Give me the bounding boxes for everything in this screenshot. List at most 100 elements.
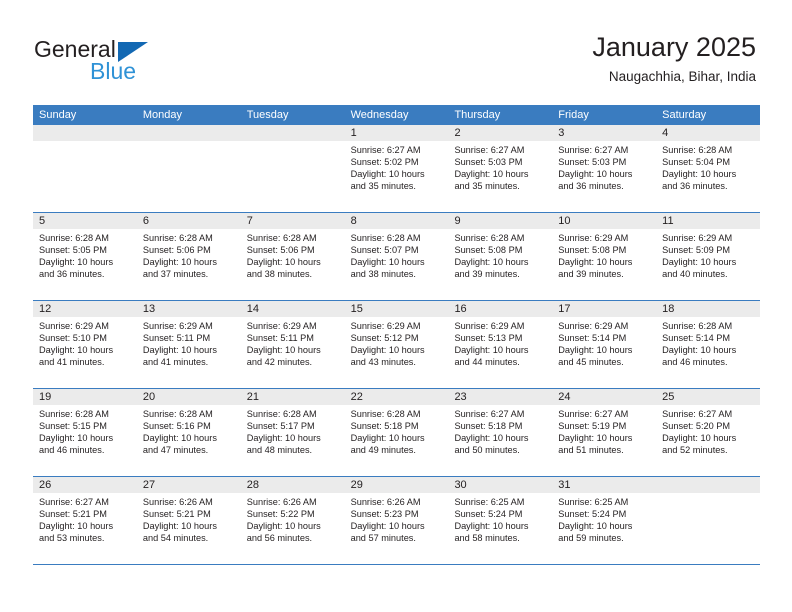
day-daylight-line2: and 46 minutes. [662,357,728,368]
day-sunset: Sunset: 5:20 PM [662,421,731,432]
week-row: 19 Sunrise: 6:28 AM Sunset: 5:15 PM Dayligh… [33,389,761,477]
day-cell[interactable]: 31 Sunrise: 6:25 AM Sunset: 5:24 PM Dayligh… [552,477,657,564]
day-daylight-line1: Daylight: 10 hours [454,521,529,532]
day-sunset: Sunset: 5:02 PM [350,157,419,168]
day-cell[interactable]: 21 Sunrise: 6:28 AM Sunset: 5:17 PM Dayligh… [240,389,345,476]
weekday-header-tuesday: Tuesday [246,109,289,121]
day-cell[interactable]: 30 Sunrise: 6:25 AM Sunset: 5:24 PM Dayligh… [448,477,553,564]
day-details: Sunrise: 6:25 AM Sunset: 5:24 PM Daylight:… [552,493,656,544]
day-cell[interactable]: 14 Sunrise: 6:29 AM Sunset: 5:11 PM Dayligh… [240,301,345,388]
day-daylight-line1: Daylight: 10 hours [558,257,633,268]
day-sunset: Sunset: 5:05 PM [39,245,107,256]
day-cell[interactable]: 16 Sunrise: 6:29 AM Sunset: 5:13 PM Dayligh… [448,301,553,388]
calendar-page: General Blue January 2025 Naugachhia, Bi… [0,0,792,612]
day-daylight-line2: and 59 minutes. [558,533,624,544]
day-daylight-line2: and 51 minutes. [558,445,624,456]
day-cell[interactable]: 23 Sunrise: 6:27 AM Sunset: 5:18 PM Dayligh… [448,389,553,476]
day-cell[interactable]: 26 Sunrise: 6:27 AM Sunset: 5:21 PM Dayligh… [33,477,137,564]
day-cell[interactable]: 12 Sunrise: 6:29 AM Sunset: 5:10 PM Dayligh… [33,301,137,388]
day-daylight-line2: and 39 minutes. [454,269,520,280]
day-sunrise: Sunrise: 6:28 AM [662,145,733,155]
weekday-header-wednesday: Wednesday [350,109,409,121]
day-number: 14 [240,301,345,317]
day-daylight-line1: Daylight: 10 hours [142,257,217,268]
day-daylight-line1: Daylight: 10 hours [246,521,321,532]
day-sunrise: Sunrise: 6:28 AM [246,409,317,419]
day-sunset: Sunset: 5:06 PM [142,245,211,256]
day-sunrise: Sunrise: 6:26 AM [350,497,421,507]
generalblue-logo[interactable]: General Blue [34,36,234,88]
day-daylight-line1: Daylight: 10 hours [558,433,633,444]
day-cell[interactable]: 1 Sunrise: 6:27 AM Sunset: 5:02 PM Daylight… [344,125,449,212]
day-sunrise: Sunrise: 6:27 AM [558,409,629,419]
day-sunrise: Sunrise: 6:28 AM [350,233,421,243]
day-cell[interactable]: 28 Sunrise: 6:26 AM Sunset: 5:22 PM Dayligh… [240,477,345,564]
day-sunset: Sunset: 5:11 PM [142,333,211,344]
day-daylight-line1: Daylight: 10 hours [350,521,425,532]
day-sunset: Sunset: 5:09 PM [662,245,731,256]
day-cell[interactable]: 9 Sunrise: 6:28 AM Sunset: 5:08 PM Daylight… [448,213,553,300]
day-sunrise: Sunrise: 6:28 AM [350,409,421,419]
weekday-header-thursday: Thursday [454,109,501,121]
day-cell[interactable]: 22 Sunrise: 6:28 AM Sunset: 5:18 PM Dayligh… [344,389,449,476]
day-daylight-line2: and 46 minutes. [39,445,105,456]
day-daylight-line1: Daylight: 10 hours [662,345,737,356]
day-daylight-line2: and 49 minutes. [350,445,416,456]
day-cell[interactable]: 8 Sunrise: 6:28 AM Sunset: 5:07 PM Daylight… [344,213,449,300]
day-daylight-line2: and 43 minutes. [350,357,416,368]
day-sunset: Sunset: 5:18 PM [454,421,523,432]
day-details: Sunrise: 6:29 AM Sunset: 5:09 PM Daylight:… [656,229,760,280]
day-cell[interactable]: 2 Sunrise: 6:27 AM Sunset: 5:03 PM Daylight… [448,125,553,212]
day-cell[interactable]: 25 Sunrise: 6:27 AM Sunset: 5:20 PM Dayligh… [656,389,761,476]
day-sunset: Sunset: 5:08 PM [558,245,627,256]
day-cell[interactable]: 27 Sunrise: 6:26 AM Sunset: 5:21 PM Dayligh… [136,477,241,564]
calendar-weeks: 1 Sunrise: 6:27 AM Sunset: 5:02 PM Daylight… [33,125,761,565]
day-daylight-line2: and 53 minutes. [39,533,105,544]
day-sunset: Sunset: 5:14 PM [558,333,627,344]
day-cell[interactable]: 29 Sunrise: 6:26 AM Sunset: 5:23 PM Dayligh… [344,477,449,564]
day-number: 15 [344,301,449,317]
day-daylight-line1: Daylight: 10 hours [142,521,217,532]
day-cell[interactable]: 3 Sunrise: 6:27 AM Sunset: 5:03 PM Daylight… [552,125,657,212]
day-daylight-line2: and 40 minutes. [662,269,728,280]
day-cell[interactable]: 18 Sunrise: 6:28 AM Sunset: 5:14 PM Dayligh… [656,301,761,388]
day-number: 31 [552,477,657,493]
day-number: 20 [136,389,241,405]
day-cell[interactable]: 4 Sunrise: 6:28 AM Sunset: 5:04 PM Daylight… [656,125,761,212]
day-sunset: Sunset: 5:21 PM [142,509,211,520]
day-sunrise: Sunrise: 6:27 AM [558,145,629,155]
day-daylight-line1: Daylight: 10 hours [454,433,529,444]
day-sunrise: Sunrise: 6:29 AM [246,321,317,331]
day-number: 24 [552,389,657,405]
page-subtitle: Naugachhia, Bihar, India [608,69,756,84]
day-daylight-line1: Daylight: 10 hours [350,345,425,356]
day-daylight-line2: and 35 minutes. [350,181,416,192]
week-row: 5 Sunrise: 6:28 AM Sunset: 5:05 PM Daylight… [33,213,761,301]
day-cell[interactable]: 11 Sunrise: 6:29 AM Sunset: 5:09 PM Dayligh… [656,213,761,300]
day-details: Sunrise: 6:28 AM Sunset: 5:06 PM Daylight:… [137,229,241,280]
day-sunset: Sunset: 5:24 PM [454,509,523,520]
day-cell[interactable]: 10 Sunrise: 6:29 AM Sunset: 5:08 PM Dayligh… [552,213,657,300]
day-cell[interactable]: 24 Sunrise: 6:27 AM Sunset: 5:19 PM Dayligh… [552,389,657,476]
day-details: Sunrise: 6:29 AM Sunset: 5:12 PM Daylight:… [345,317,449,368]
day-number: 11 [656,213,761,229]
day-details: Sunrise: 6:27 AM Sunset: 5:18 PM Daylight:… [448,405,552,456]
day-cell[interactable]: 5 Sunrise: 6:28 AM Sunset: 5:05 PM Daylight… [33,213,137,300]
day-cell[interactable]: 17 Sunrise: 6:29 AM Sunset: 5:14 PM Dayligh… [552,301,657,388]
day-number [136,125,241,141]
day-number: 30 [448,477,553,493]
day-cell[interactable]: 7 Sunrise: 6:28 AM Sunset: 5:06 PM Daylight… [240,213,345,300]
day-number: 6 [136,213,241,229]
day-sunrise: Sunrise: 6:27 AM [39,497,109,507]
day-sunset: Sunset: 5:21 PM [39,509,107,520]
day-sunrise: Sunrise: 6:29 AM [558,233,629,243]
day-cell[interactable]: 20 Sunrise: 6:28 AM Sunset: 5:16 PM Dayligh… [136,389,241,476]
day-sunrise: Sunrise: 6:27 AM [454,409,525,419]
day-daylight-line1: Daylight: 10 hours [246,345,321,356]
day-daylight-line1: Daylight: 10 hours [662,433,737,444]
day-cell[interactable]: 15 Sunrise: 6:29 AM Sunset: 5:12 PM Dayligh… [344,301,449,388]
day-cell[interactable]: 19 Sunrise: 6:28 AM Sunset: 5:15 PM Dayligh… [33,389,137,476]
day-sunrise: Sunrise: 6:29 AM [350,321,421,331]
day-cell[interactable]: 13 Sunrise: 6:29 AM Sunset: 5:11 PM Dayligh… [136,301,241,388]
day-cell[interactable]: 6 Sunrise: 6:28 AM Sunset: 5:06 PM Daylight… [136,213,241,300]
